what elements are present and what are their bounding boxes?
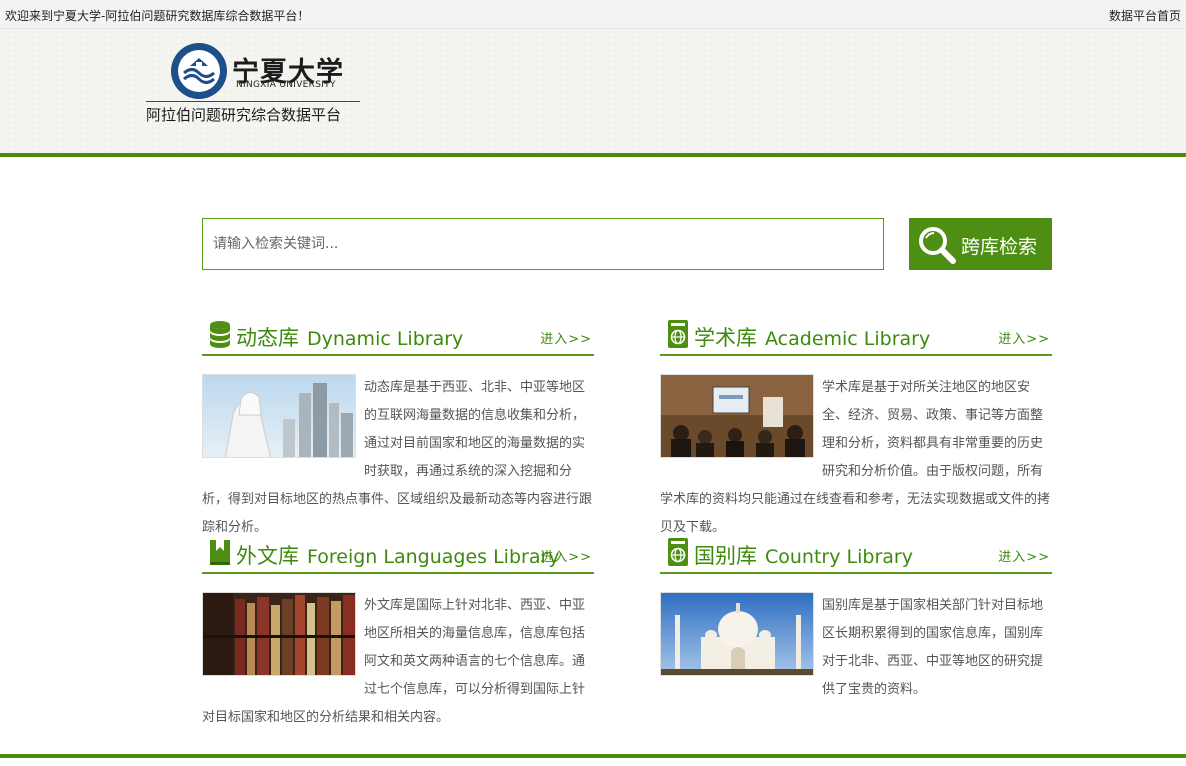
globe-book-icon	[668, 320, 688, 348]
university-emblem-icon[interactable]	[170, 42, 228, 100]
dynamic-library-header: 动态库 Dynamic Library 进入>>	[202, 320, 594, 356]
foreign-library-body: 外文库是国际上针对北非、西亚、中亚地区所相关的海量信息库，信息库包括阿文和英文两…	[202, 592, 594, 732]
search-input[interactable]	[203, 219, 883, 269]
book-icon	[210, 540, 230, 565]
foreign-library-title-en: Foreign Languages Library	[307, 546, 560, 568]
dynamic-library-body: 动态库是基于西亚、北非、中亚等地区的互联网海量数据的信息收集和分析，通过对目前国…	[202, 374, 594, 542]
dynamic-library-title[interactable]: 动态库 Dynamic Library	[236, 322, 463, 352]
foreign-library-enter-link[interactable]: 进入>>	[540, 546, 592, 565]
globe-book-icon	[668, 538, 688, 566]
foreign-library-header: 外文库 Foreign Languages Library 进入>>	[202, 538, 594, 574]
database-icon	[210, 321, 230, 348]
foreign-library-title[interactable]: 外文库 Foreign Languages Library	[236, 540, 560, 570]
top-bar: 欢迎来到宁夏大学-阿拉伯问题研究数据库综合数据平台！ 数据平台首页	[0, 0, 1186, 29]
country-library-title-cn: 国别库	[694, 544, 757, 568]
platform-home-link[interactable]: 数据平台首页	[1109, 7, 1181, 24]
platform-name: 阿拉伯问题研究综合数据平台	[146, 106, 342, 124]
dynamic-library-image[interactable]	[202, 374, 356, 458]
country-library-title-en: Country Library	[765, 546, 913, 568]
footer-divider	[0, 754, 1186, 758]
country-library-title[interactable]: 国别库 Country Library	[694, 540, 913, 570]
country-library-body: 国别库是基于国家相关部门针对目标地区长期积累得到的国家信息库，国别库对于北非、西…	[660, 592, 1052, 704]
country-library-image[interactable]	[660, 592, 814, 676]
academic-library-enter-link[interactable]: 进入>>	[998, 328, 1050, 347]
dynamic-library-enter-link[interactable]: 进入>>	[540, 328, 592, 347]
search-icon	[919, 227, 956, 264]
academic-library-header: 学术库 Academic Library 进入>>	[660, 320, 1052, 356]
foreign-library-image[interactable]	[202, 592, 356, 676]
academic-library-title-en: Academic Library	[765, 328, 931, 350]
academic-library-body: 学术库是基于对所关注地区的地区安全、经济、贸易、政策、事记等方面整理和分析，资料…	[660, 374, 1052, 542]
welcome-text: 欢迎来到宁夏大学-阿拉伯问题研究数据库综合数据平台！	[5, 9, 310, 23]
academic-library-image[interactable]	[660, 374, 814, 458]
dynamic-library-title-en: Dynamic Library	[307, 328, 464, 350]
academic-library-title[interactable]: 学术库 Academic Library	[694, 322, 930, 352]
country-library-enter-link[interactable]: 进入>>	[998, 546, 1050, 565]
search-box	[202, 218, 884, 270]
country-library-description: 国别库是基于国家相关部门针对目标地区长期积累得到的国家信息库，国别库对于北非、西…	[822, 598, 1044, 697]
search-button-label: 跨库检索	[961, 236, 1038, 258]
university-name-en: NINGXIA UNIVERSITY	[236, 80, 336, 90]
logo-divider	[146, 101, 360, 102]
academic-library-title-cn: 学术库	[694, 326, 757, 350]
country-library-header: 国别库 Country Library 进入>>	[660, 538, 1052, 574]
header-divider	[0, 153, 1186, 157]
foreign-library-title-cn: 外文库	[236, 544, 299, 568]
dynamic-library-title-cn: 动态库	[236, 326, 299, 350]
cross-library-search-button[interactable]: 跨库检索	[909, 218, 1052, 270]
